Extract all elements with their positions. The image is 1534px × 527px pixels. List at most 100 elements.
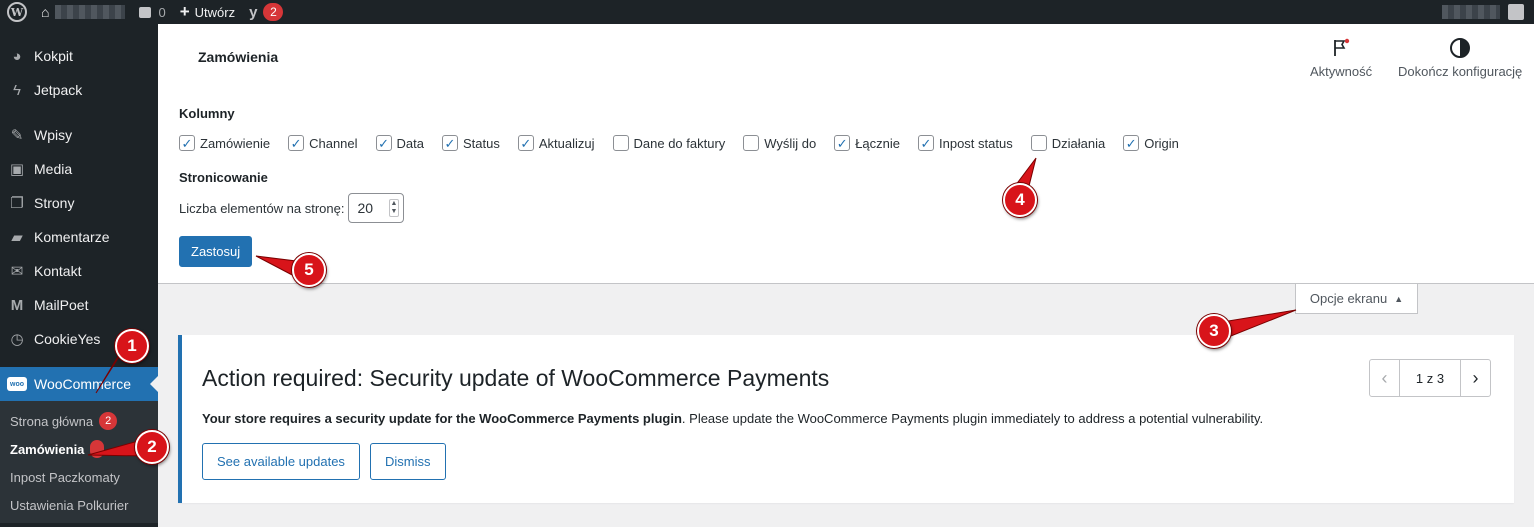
checkbox-checked[interactable]: ✓ [517, 135, 534, 151]
comments-menu[interactable]: 0 [132, 0, 172, 24]
annotation-marker-5: 5 [292, 253, 326, 287]
checkbox-checked[interactable]: ✓ [179, 135, 195, 151]
columns-heading: Kolumny [179, 106, 235, 121]
page-title: Zamówienia [198, 49, 279, 65]
sidebar-item-strony[interactable]: ❐ Strony [0, 186, 158, 220]
column-option-aktualizuj[interactable]: ✓ Aktualizuj [517, 135, 595, 151]
home-icon: ⌂ [41, 4, 50, 20]
wordpress-logo-icon: W [7, 2, 27, 22]
site-name-menu[interactable]: ⌂ [34, 0, 132, 24]
redacted-user-name [1442, 5, 1500, 19]
checkbox-unchecked[interactable] [612, 135, 629, 151]
security-update-notice: Action required: Security update of WooC… [178, 335, 1514, 503]
sidebar-item-label: Komentarze [34, 229, 110, 245]
dismiss-button[interactable]: Dismiss [370, 443, 446, 480]
pages-icon: ❐ [10, 195, 24, 212]
count-badge [90, 440, 105, 458]
chevron-left-icon[interactable]: ‹ [1370, 360, 1400, 396]
yoast-icon: y [249, 3, 258, 21]
checkbox-checked[interactable]: ✓ [288, 135, 305, 151]
checkbox-checked[interactable]: ✓ [375, 135, 392, 151]
per-page-label: Liczba elementów na stronę: [179, 200, 345, 216]
columns-checkbox-list: ✓ Zamówienie ✓ Channel ✓ Data ✓ Status ✓ Aktu… [179, 135, 1197, 151]
checkbox-unchecked[interactable] [1030, 135, 1047, 151]
column-option-inpost-status[interactable]: ✓ Inpost status [918, 135, 1013, 151]
cookieyes-icon: ◷ [10, 331, 24, 348]
column-option-zamowienie[interactable]: ✓ Zamówienie [179, 135, 270, 151]
jetpack-icon: ϟ [13, 81, 21, 99]
see-updates-button[interactable]: See available updates [202, 443, 360, 480]
yoast-count-badge: 2 [263, 3, 284, 21]
per-page-value: 20 [357, 200, 374, 216]
comment-bubble-icon [139, 6, 152, 18]
sidebar-item-label: Wpisy [34, 127, 73, 143]
sidebar-item-jetpack[interactable]: ϟ Jetpack [0, 73, 158, 107]
yoast-menu[interactable]: y 2 [242, 0, 290, 24]
submenu-item-label: Ustawienia Polkurier [10, 497, 129, 513]
comments-icon: ▰ [11, 229, 23, 246]
sidebar-item-komentarze[interactable]: ▰ Komentarze [0, 220, 158, 254]
mail-icon: ✉ [10, 263, 24, 280]
column-option-channel[interactable]: ✓ Channel [288, 135, 358, 151]
notice-body-text: . Please update the WooCommerce Payments… [681, 411, 1264, 426]
notice-body: Your store requires a security update fo… [202, 411, 1263, 426]
checkbox-checked[interactable]: ✓ [918, 135, 934, 151]
screen-options-toggle[interactable]: Opcje ekranu ▲ [1295, 284, 1418, 314]
column-option-wyslij-do[interactable]: Wyślij do [743, 135, 816, 151]
annotation-marker-4: 4 [1003, 183, 1037, 217]
flag-icon [1329, 36, 1353, 60]
annotation-arrow-3 [1221, 309, 1297, 339]
sidebar-item-label: CookieYes [34, 331, 101, 347]
column-option-dzialania[interactable]: Działania [1030, 135, 1105, 151]
submenu-item-ustawienia-polkurier[interactable]: Ustawienia Polkurier [0, 491, 158, 519]
sidebar-item-label: Kokpit [34, 48, 73, 64]
mailpoet-icon: M [10, 296, 24, 314]
finish-setup-button[interactable]: Dokończ konfigurację [1398, 36, 1522, 79]
screen-options-panel: Kolumny ✓ Zamówienie ✓ Channel ✓ Data ✓ Stat… [158, 88, 1534, 284]
spinner-arrows-icon[interactable]: ▲ ▼ [388, 199, 400, 217]
pager-label: 1 z 3 [1415, 370, 1445, 386]
pin-icon: ✎ [10, 127, 24, 144]
sidebar-item-kontakt[interactable]: ✉ Kontakt [0, 254, 158, 288]
checkbox-unchecked[interactable] [743, 135, 760, 151]
submenu-item-strona-glowna[interactable]: Strona główna 2 [0, 407, 158, 435]
apply-button[interactable]: Zastosuj [179, 236, 253, 267]
caret-up-icon: ▲ [1394, 293, 1404, 304]
sidebar-item-label: WooCommerce [34, 376, 131, 392]
sidebar-item-media[interactable]: ▣ Media [0, 152, 158, 186]
page-header: Zamówienia Aktywność Dokończ konfiguracj… [158, 24, 1534, 88]
pagination-heading: Stronicowanie [179, 170, 268, 185]
column-option-dane-do-faktury[interactable]: Dane do faktury [612, 135, 725, 151]
annotation-marker-1: 1 [115, 329, 149, 363]
column-option-lacznie[interactable]: ✓ Łącznie [834, 135, 900, 151]
sidebar-item-label: Jetpack [34, 82, 83, 98]
redacted-site-name [55, 5, 126, 19]
comments-count: 0 [158, 4, 166, 20]
per-page-row: Liczba elementów na stronę: 20 ▲ ▼ [179, 193, 405, 223]
checkbox-checked[interactable]: ✓ [834, 135, 851, 151]
wordpress-logo-menu[interactable]: W [0, 0, 34, 24]
submenu-item-label: Inpost Paczkomaty [10, 469, 120, 485]
annotation-marker-2: 2 [135, 430, 169, 464]
new-content-menu[interactable]: + Utwórz [173, 0, 242, 24]
column-option-data[interactable]: ✓ Data [375, 135, 424, 151]
checkbox-checked[interactable]: ✓ [1123, 135, 1140, 151]
checkbox-checked[interactable]: ✓ [442, 135, 458, 151]
sidebar-item-mailpoet[interactable]: M MailPoet [0, 288, 158, 322]
plus-icon: + [179, 2, 190, 21]
screen-options-toggle-label: Opcje ekranu [1309, 291, 1388, 306]
activity-button[interactable]: Aktywność [1310, 36, 1372, 79]
column-option-status[interactable]: ✓ Status [442, 135, 500, 151]
sidebar-item-label: Media [34, 161, 73, 177]
column-option-origin[interactable]: ✓ Origin [1123, 135, 1179, 151]
sidebar-item-kokpit[interactable]: ◕ Kokpit [0, 39, 158, 73]
sidebar-item-wpisy[interactable]: ✎ Wpisy [0, 118, 158, 152]
submenu-item-inpost-paczkomaty[interactable]: Inpost Paczkomaty [0, 463, 158, 491]
activity-label: Aktywność [1310, 64, 1373, 79]
sidebar-item-woocommerce[interactable]: woo WooCommerce [0, 367, 158, 401]
user-avatar[interactable] [1508, 4, 1524, 20]
submenu-item-label: Zamówienia [10, 441, 85, 457]
per-page-input[interactable]: 20 ▲ ▼ [348, 193, 405, 223]
notice-title: Action required: Security update of WooC… [202, 365, 830, 391]
chevron-right-icon[interactable]: › [1460, 360, 1490, 396]
